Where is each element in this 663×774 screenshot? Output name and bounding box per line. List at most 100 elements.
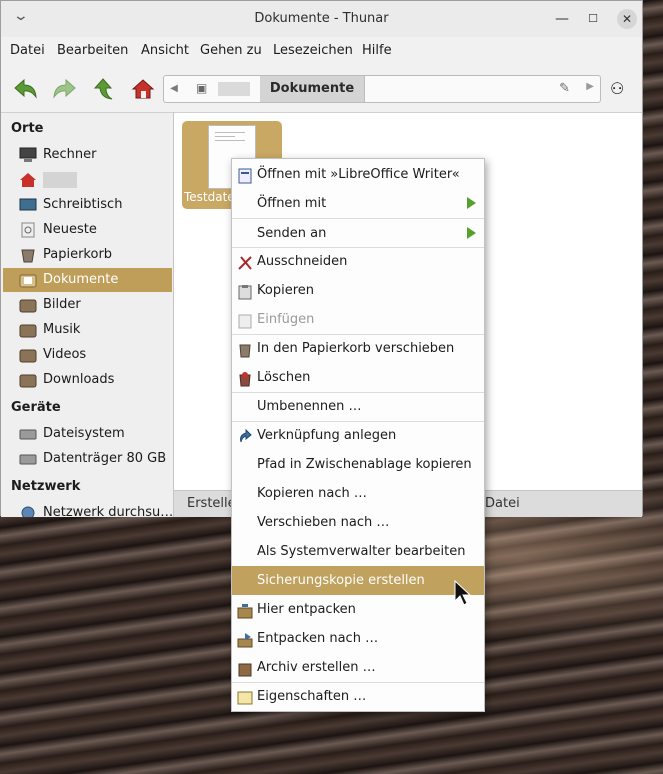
- sidebar-item-label: Videos: [43, 347, 87, 362]
- sidebar: Orte Rechner Schreibtisch Neueste Papier…: [1, 112, 174, 517]
- title-bar[interactable]: ⌄ Dokumente - Thunar — ☐ ✕: [1, 1, 642, 37]
- forward-arrow-icon: [53, 78, 76, 99]
- back-button[interactable]: [13, 77, 39, 101]
- menu-item-create-link[interactable]: Verknüpfung anlegen: [232, 421, 484, 450]
- mouse-pointer-icon: [454, 580, 472, 606]
- menu-gehen-zu[interactable]: Gehen zu: [200, 43, 262, 58]
- menu-item-copy[interactable]: Kopieren: [232, 276, 484, 305]
- menu-item-send-to[interactable]: Senden an: [232, 219, 484, 248]
- drive-icon: [19, 451, 37, 467]
- drive-icon: ▣: [196, 81, 208, 95]
- menu-item-copy-path[interactable]: Pfad in Zwischenablage kopieren: [232, 450, 484, 479]
- extract-icon: [237, 601, 253, 619]
- sidebar-item-datentraeger[interactable]: Datenträger 80 GB: [3, 447, 172, 471]
- paste-icon: [237, 311, 253, 329]
- menu-datei[interactable]: Datei: [10, 43, 45, 58]
- folder-pictures-icon: [19, 297, 37, 313]
- sidebar-item-label: Schreibtisch: [43, 197, 123, 212]
- delete-icon: [237, 369, 253, 387]
- home-icon: [19, 172, 37, 188]
- link-icon: [237, 427, 253, 443]
- sidebar-item-netzwerk[interactable]: Netzwerk durchsu…: [3, 501, 174, 517]
- archive-icon: [237, 659, 253, 677]
- menu-item-open-with-writer[interactable]: Öffnen mit »LibreOffice Writer«: [232, 160, 484, 189]
- path-scroll-left-icon[interactable]: ◀: [167, 82, 181, 96]
- sidebar-item-downloads[interactable]: Downloads: [3, 368, 172, 392]
- home-label-redacted: [43, 172, 77, 188]
- copy-icon: [237, 282, 253, 300]
- desktop-icon: [19, 197, 37, 213]
- trash-icon: [237, 340, 253, 358]
- sidebar-item-label: Musik: [43, 322, 81, 337]
- submenu-arrow-icon: [467, 227, 476, 239]
- sidebar-item-label: Netzwerk durchsu…: [43, 505, 174, 517]
- sidebar-item-label: Papierkorb: [43, 247, 113, 262]
- sidebar-item-label: Neueste: [43, 222, 97, 237]
- context-menu: Öffnen mit »LibreOffice Writer« Öffnen m…: [231, 158, 485, 712]
- sidebar-item-neueste[interactable]: Neueste: [3, 218, 172, 242]
- back-arrow-icon: [14, 78, 37, 99]
- sidebar-item-label: Dateisystem: [43, 426, 125, 441]
- menu-hilfe[interactable]: Hilfe: [362, 43, 392, 58]
- menu-ansicht[interactable]: Ansicht: [141, 43, 189, 58]
- folder-documents-icon: [19, 272, 37, 288]
- sidebar-item-dateisystem[interactable]: Dateisystem: [3, 422, 172, 446]
- menu-item-extract-here[interactable]: Hier entpacken: [232, 595, 484, 624]
- up-arrow-icon: [93, 78, 113, 100]
- menu-item-properties[interactable]: Eigenschaften …: [232, 682, 484, 711]
- close-button[interactable]: ✕: [617, 9, 637, 29]
- folder-videos-icon: [19, 347, 37, 363]
- sidebar-item-schreibtisch[interactable]: Schreibtisch: [3, 193, 172, 217]
- window-title: Dokumente - Thunar: [254, 11, 389, 26]
- menu-lesezeichen[interactable]: Lesezeichen: [273, 43, 353, 58]
- sidebar-item-dokumente[interactable]: Dokumente: [3, 268, 172, 292]
- drive-icon: [19, 426, 37, 442]
- writer-icon: [237, 166, 253, 184]
- menu-item-cut[interactable]: Ausschneiden: [232, 247, 484, 276]
- menu-bearbeiten[interactable]: Bearbeiten: [57, 43, 128, 58]
- menu-item-delete[interactable]: Löschen: [232, 363, 484, 392]
- sidebar-item-label: Rechner: [43, 147, 97, 162]
- submenu-arrow-icon: [467, 197, 476, 209]
- sidebar-item-label: Datenträger 80 GB: [43, 451, 167, 466]
- file-name: Testdate: [184, 190, 235, 204]
- trash-icon: [19, 247, 37, 263]
- sidebar-item-musik[interactable]: Musik: [3, 318, 172, 342]
- menu-item-extract-to[interactable]: Entpacken nach …: [232, 624, 484, 653]
- folder-downloads-icon: [19, 372, 37, 388]
- sidebar-item-videos[interactable]: Videos: [3, 343, 172, 367]
- menu-item-open-with[interactable]: Öffnen mit: [232, 189, 484, 218]
- menu-item-create-backup[interactable]: Sicherungskopie erstellen: [232, 566, 484, 595]
- up-button[interactable]: [90, 77, 116, 101]
- forward-button[interactable]: [51, 77, 77, 101]
- menu-item-edit-as-admin[interactable]: Als Systemverwalter bearbeiten: [232, 537, 484, 566]
- menu-item-move-to[interactable]: Verschieben nach …: [232, 508, 484, 537]
- menu-item-paste[interactable]: Einfügen: [232, 305, 484, 334]
- menu-item-copy-to[interactable]: Kopieren nach …: [232, 479, 484, 508]
- sidebar-item-bilder[interactable]: Bilder: [3, 293, 172, 317]
- path-scroll-right-icon[interactable]: ▶: [586, 81, 594, 92]
- sidebar-item-papierkorb[interactable]: Papierkorb: [3, 243, 172, 267]
- computer-icon: [19, 147, 37, 163]
- path-segment-home[interactable]: [218, 82, 250, 96]
- sidebar-heading-netzwerk: Netzwerk: [11, 479, 81, 494]
- sidebar-item-label: Dokumente: [43, 272, 119, 287]
- home-button[interactable]: [130, 77, 156, 101]
- minimize-button[interactable]: —: [553, 10, 571, 28]
- network-icon: [19, 505, 37, 517]
- menu-item-move-to-trash[interactable]: In den Papierkorb verschieben: [232, 334, 484, 363]
- sidebar-item-home[interactable]: [3, 168, 172, 192]
- edit-path-icon[interactable]: ✎: [559, 81, 570, 96]
- status-text-right: Datei: [485, 496, 520, 511]
- properties-icon: [237, 688, 253, 705]
- menu-item-create-archive[interactable]: Archiv erstellen …: [232, 653, 484, 682]
- sidebar-item-label: Bilder: [43, 297, 81, 312]
- search-binoculars-icon[interactable]: ⚇: [610, 79, 624, 98]
- recent-icon: [19, 222, 37, 238]
- sidebar-heading-orte: Orte: [11, 121, 44, 136]
- menu-bar: Datei Bearbeiten Ansicht Gehen zu Leseze…: [1, 38, 642, 64]
- menu-item-rename[interactable]: Umbenennen …: [232, 392, 484, 421]
- sidebar-item-rechner[interactable]: Rechner: [3, 143, 172, 167]
- path-segment-current[interactable]: Dokumente: [260, 76, 365, 102]
- maximize-button[interactable]: ☐: [584, 10, 602, 28]
